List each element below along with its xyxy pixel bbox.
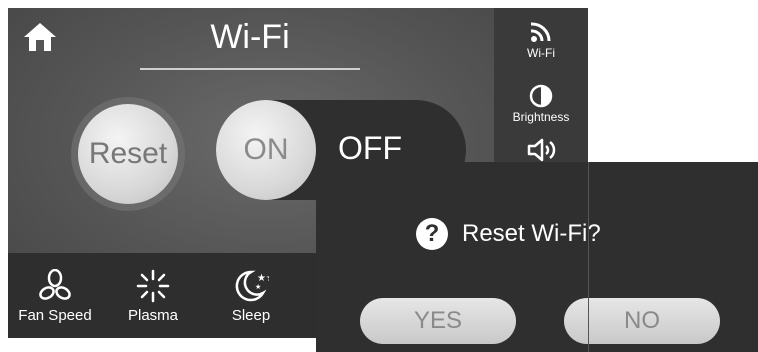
reset-confirm-dialog: ? Reset Wi-Fi? YES NO (316, 162, 758, 352)
side-item-wifi[interactable]: Wi-Fi (494, 22, 588, 60)
wifi-icon (494, 22, 588, 44)
side-item-brightness[interactable]: Brightness (494, 84, 588, 124)
bottom-item-label: Fan Speed (18, 307, 92, 324)
home-icon[interactable] (22, 20, 58, 54)
volume-icon (494, 138, 588, 162)
yes-button[interactable]: YES (360, 298, 516, 344)
plasma-icon (108, 269, 198, 303)
bottom-item-sleep[interactable]: ★★ ★ Sleep (206, 269, 296, 324)
brightness-icon (494, 84, 588, 108)
side-item-label: Brightness (512, 110, 570, 124)
toggle-on-knob[interactable]: ON (216, 100, 316, 200)
reset-button[interactable]: Reset (78, 104, 178, 204)
title-underline (140, 68, 360, 70)
dialog-message-row: ? Reset Wi-Fi? (416, 216, 601, 252)
bottom-item-label: Plasma (127, 307, 179, 324)
sleep-moon-icon: ★★ ★ (206, 269, 296, 303)
svg-text:★: ★ (255, 283, 261, 291)
dialog-divider (588, 162, 589, 352)
page-title: Wi-Fi (210, 18, 290, 56)
question-icon: ? (416, 218, 448, 250)
side-item-label: Wi-Fi (527, 46, 555, 60)
bottom-item-plasma[interactable]: Plasma (108, 269, 198, 324)
bottom-item-label: Sleep (231, 307, 271, 324)
fan-icon (10, 269, 100, 303)
bottom-item-fan-speed[interactable]: Fan Speed (10, 269, 100, 324)
dialog-message: Reset Wi-Fi? (462, 220, 601, 247)
side-item-volume[interactable] (494, 138, 588, 164)
